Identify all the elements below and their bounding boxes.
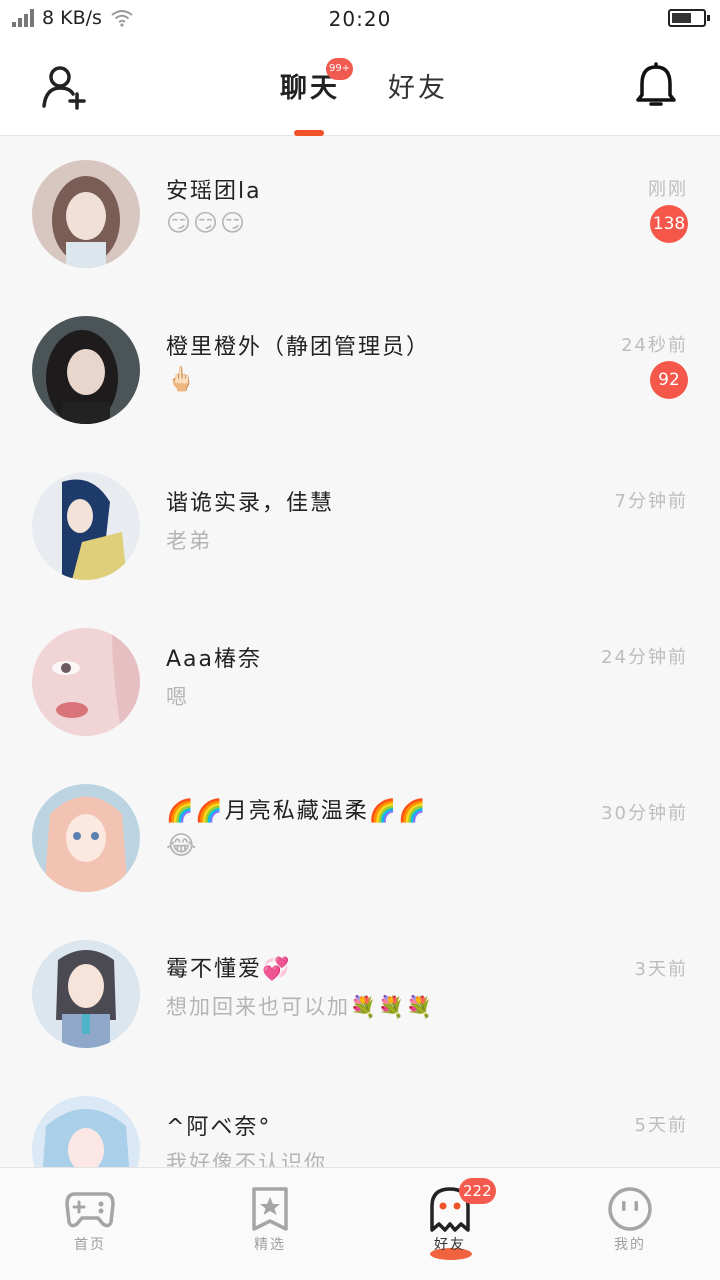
contact-name: 橙里橙外（静团管理员）	[166, 335, 431, 360]
nav-friends-label: 好友	[434, 1237, 466, 1253]
nav-me[interactable]: 我的	[540, 1168, 720, 1280]
face-icon	[608, 1187, 652, 1231]
nav-friends[interactable]: 222 好友	[360, 1168, 540, 1280]
star-icon	[252, 1187, 288, 1231]
nav-featured[interactable]: 精选	[180, 1168, 360, 1280]
conversation-list[interactable]: 安瑶团la 😏😏😏 刚刚 138 橙里橙外（静团管理员） 🖕🏻 24秒前 92	[0, 137, 720, 1167]
conversation-row[interactable]: 安瑶团la 😏😏😏 刚刚 138	[0, 137, 720, 293]
avatar[interactable]	[32, 628, 140, 736]
conversation-row[interactable]: 🌈🌈月亮私藏温柔🌈🌈 😂 30分钟前	[0, 761, 720, 917]
avatar-image	[32, 628, 140, 736]
unread-badge: 138	[650, 205, 688, 243]
last-message: 老弟	[166, 529, 212, 553]
add-friend-icon[interactable]	[40, 64, 88, 110]
gamepad-icon	[65, 1192, 115, 1228]
avatar[interactable]	[32, 160, 140, 268]
message-time: 刚刚	[648, 179, 688, 200]
conversation-row[interactable]: Aaa椿奈 嗯 24分钟前	[0, 605, 720, 761]
message-time: 30分钟前	[601, 803, 688, 824]
tab-friends[interactable]: 好友	[388, 66, 448, 105]
contact-name: ^阿ベ奈°	[166, 1115, 272, 1140]
nav-home[interactable]: 首页	[0, 1168, 180, 1280]
nav-me-label: 我的	[614, 1237, 646, 1253]
conversation-row[interactable]: 橙里橙外（静团管理员） 🖕🏻 24秒前 92	[0, 293, 720, 449]
chat-unread-badge: 99+	[326, 58, 354, 80]
active-tab-indicator	[294, 130, 324, 136]
conversation-row[interactable]: 谐诡实录，佳慧 老弟 7分钟前	[0, 449, 720, 605]
contact-name: 安瑶团la	[166, 179, 262, 204]
top-header: 聊天 99+ 好友	[0, 38, 720, 136]
clock: 20:20	[328, 7, 392, 31]
last-message: 🖕🏻	[166, 365, 198, 393]
avatar[interactable]	[32, 784, 140, 892]
friends-nav-badge: 222	[459, 1178, 496, 1204]
message-time: 7分钟前	[614, 491, 688, 512]
avatar-image	[32, 316, 140, 424]
bottom-nav: 首页 精选 222 好友 我的	[0, 1167, 720, 1280]
status-bar: 8 KB/s 20:20	[0, 0, 720, 38]
conversation-row[interactable]: ^阿ベ奈° 我好像不认识你 5天前	[0, 1073, 720, 1167]
message-time: 24秒前	[621, 335, 688, 356]
contact-name: Aaa椿奈	[166, 647, 263, 672]
message-time: 3天前	[634, 959, 688, 980]
avatar-image	[32, 940, 140, 1048]
battery-icon	[668, 9, 710, 27]
last-message: 想加回来也可以加💐💐💐	[166, 995, 435, 1019]
message-time: 5天前	[634, 1115, 688, 1136]
avatar[interactable]	[32, 472, 140, 580]
nav-home-label: 首页	[74, 1237, 106, 1253]
avatar[interactable]	[32, 940, 140, 1048]
contact-name: 🌈🌈月亮私藏温柔🌈🌈	[166, 799, 428, 824]
nav-featured-label: 精选	[254, 1237, 286, 1253]
bell-icon[interactable]	[634, 62, 678, 110]
avatar-image	[32, 472, 140, 580]
contact-name: 谐诡实录，佳慧	[166, 491, 335, 516]
last-message: 我好像不认识你	[166, 1151, 327, 1167]
conversation-row[interactable]: 霉不懂爱💞 想加回来也可以加💐💐💐 3天前	[0, 917, 720, 1073]
avatar-image	[32, 784, 140, 892]
avatar-image	[32, 1096, 140, 1167]
last-message: 嗯	[166, 685, 189, 709]
unread-badge: 92	[650, 361, 688, 399]
message-time: 24分钟前	[601, 647, 688, 668]
avatar[interactable]	[32, 1096, 140, 1167]
last-message: 😂	[166, 831, 199, 861]
last-message: 😏😏😏	[166, 209, 248, 237]
avatar-image	[32, 160, 140, 268]
contact-name: 霉不懂爱💞	[166, 957, 292, 982]
avatar[interactable]	[32, 316, 140, 424]
